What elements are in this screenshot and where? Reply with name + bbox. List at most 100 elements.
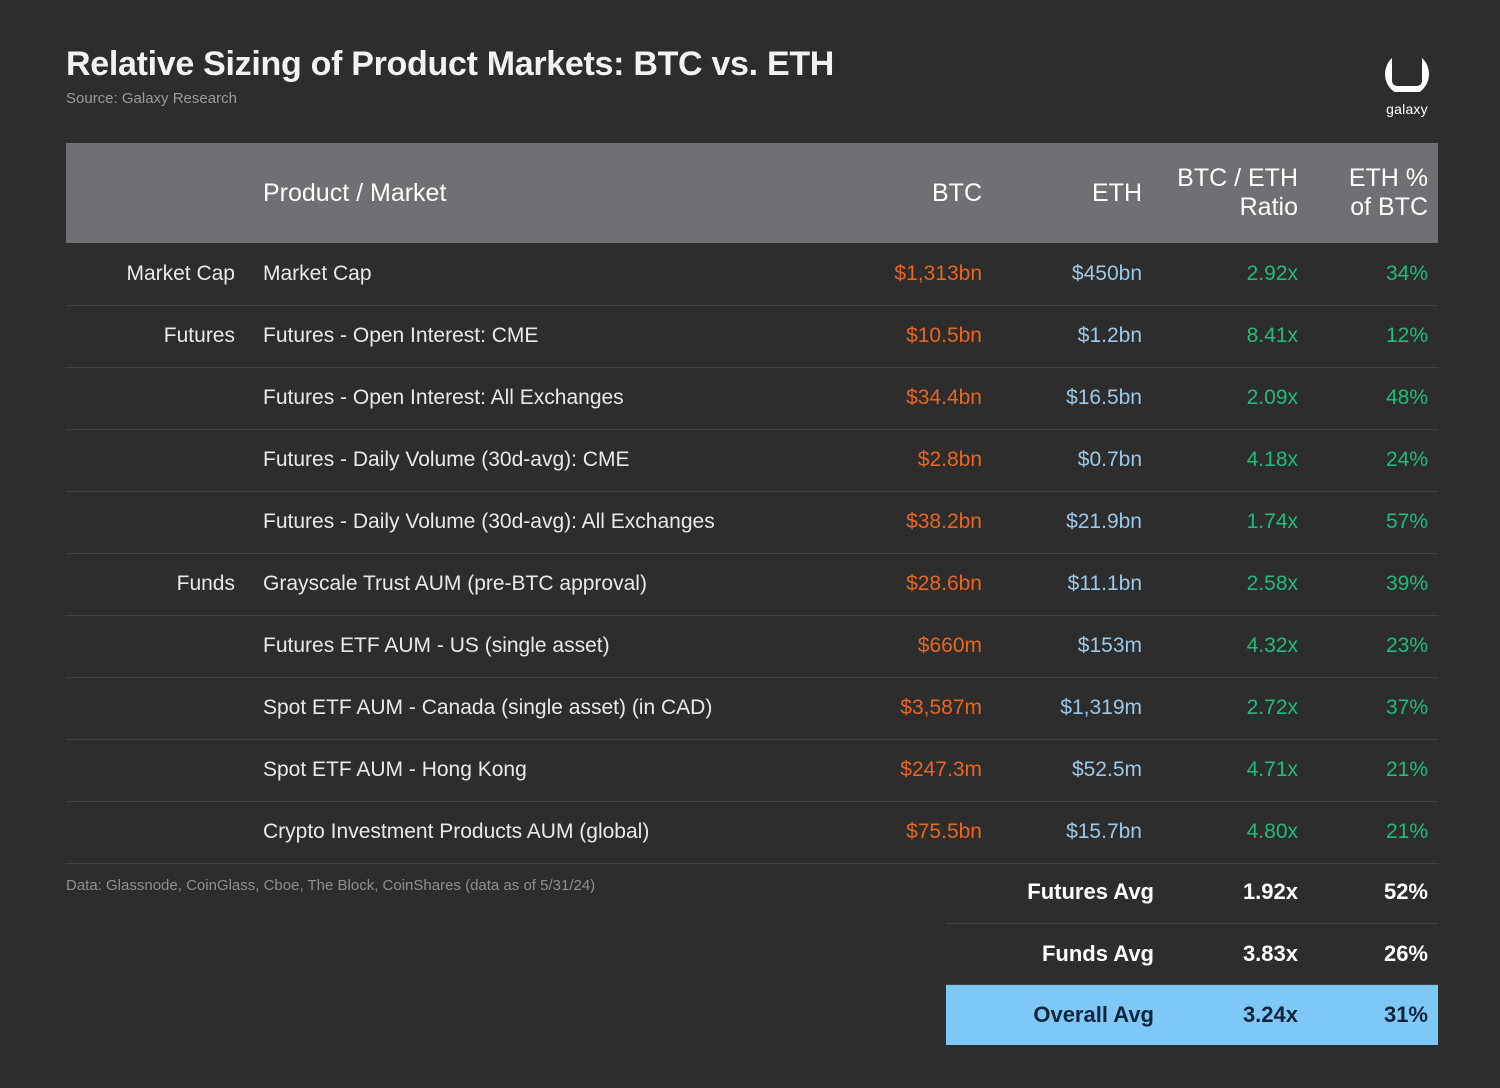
table-row: Futures - Daily Volume (30d-avg): CME$2.…	[66, 429, 1438, 491]
table-row: Spot ETF AUM - Canada (single asset) (in…	[66, 677, 1438, 739]
row-ratio-value: 2.72x	[1154, 677, 1310, 739]
table-body: Market CapMarket Cap$1,313bn$450bn2.92x3…	[66, 243, 1438, 863]
column-header-pct: ETH %of BTC	[1310, 143, 1438, 243]
row-group-label: Market Cap	[66, 243, 249, 305]
row-group-label	[66, 491, 249, 553]
row-product-label: Futures ETF AUM - US (single asset)	[249, 615, 834, 677]
summary-ratio-value: 3.83x	[1154, 923, 1310, 984]
data-sources-footnote: Data: Glassnode, CoinGlass, Cboe, The Bl…	[66, 876, 595, 896]
row-btc-value: $2.8bn	[834, 429, 994, 491]
row-group-label: Funds	[66, 553, 249, 615]
row-ratio-value: 2.58x	[1154, 553, 1310, 615]
row-group-label	[66, 677, 249, 739]
row-product-label: Futures - Daily Volume (30d-avg): CME	[249, 429, 834, 491]
product-market-table: Product / Market BTC ETH BTC / ETHRatio …	[66, 143, 1438, 864]
row-pct-value: 39%	[1310, 553, 1438, 615]
logo-square-cutout-shape	[1392, 48, 1422, 86]
row-pct-value: 57%	[1310, 491, 1438, 553]
row-ratio-value: 4.71x	[1154, 739, 1310, 801]
column-header-pct-line1: ETH %	[1349, 164, 1428, 192]
galaxy-logo: galaxy	[1376, 48, 1438, 117]
row-group-label	[66, 801, 249, 863]
summary-pct-value: 52%	[1310, 862, 1438, 923]
summary-row-highlighted: Overall Avg3.24x31%	[946, 984, 1438, 1045]
column-header-btc: BTC	[834, 143, 994, 243]
column-header-eth: ETH	[994, 143, 1154, 243]
column-header-group	[66, 143, 249, 243]
summary-row: Futures Avg1.92x52%	[946, 862, 1438, 923]
summary-pct-value: 31%	[1310, 984, 1438, 1045]
row-eth-value: $1.2bn	[994, 305, 1154, 367]
summary-label: Futures Avg	[946, 862, 1154, 923]
galaxy-wordmark: galaxy	[1376, 101, 1438, 117]
row-group-label	[66, 367, 249, 429]
summary-label: Overall Avg	[946, 984, 1154, 1045]
column-header-ratio: BTC / ETHRatio	[1154, 143, 1310, 243]
row-group-label	[66, 739, 249, 801]
summary-row: Funds Avg3.83x26%	[946, 923, 1438, 984]
table-row: Market CapMarket Cap$1,313bn$450bn2.92x3…	[66, 243, 1438, 305]
row-eth-value: $11.1bn	[994, 553, 1154, 615]
row-product-label: Futures - Open Interest: All Exchanges	[249, 367, 834, 429]
logo-bottom-bar-shape	[1392, 92, 1422, 96]
summary-averages-wrapper: Futures Avg1.92x52%Funds Avg3.83x26%Over…	[946, 862, 1438, 1045]
row-btc-value: $3,587m	[834, 677, 994, 739]
row-product-label: Market Cap	[249, 243, 834, 305]
row-eth-value: $0.7bn	[994, 429, 1154, 491]
row-eth-value: $16.5bn	[994, 367, 1154, 429]
row-eth-value: $52.5m	[994, 739, 1154, 801]
table-row: Futures ETF AUM - US (single asset)$660m…	[66, 615, 1438, 677]
row-eth-value: $15.7bn	[994, 801, 1154, 863]
row-pct-value: 21%	[1310, 801, 1438, 863]
row-ratio-value: 2.09x	[1154, 367, 1310, 429]
row-btc-value: $10.5bn	[834, 305, 994, 367]
table-row: Futures - Open Interest: All Exchanges$3…	[66, 367, 1438, 429]
row-pct-value: 48%	[1310, 367, 1438, 429]
row-group-label: Futures	[66, 305, 249, 367]
row-ratio-value: 1.74x	[1154, 491, 1310, 553]
row-eth-value: $1,319m	[994, 677, 1154, 739]
row-pct-value: 12%	[1310, 305, 1438, 367]
summary-pct-value: 26%	[1310, 923, 1438, 984]
summary-ratio-value: 1.92x	[1154, 862, 1310, 923]
row-btc-value: $1,313bn	[834, 243, 994, 305]
page-title: Relative Sizing of Product Markets: BTC …	[66, 44, 1440, 84]
row-pct-value: 23%	[1310, 615, 1438, 677]
page-source: Source: Galaxy Research	[66, 90, 1440, 108]
table-row: Futures - Daily Volume (30d-avg): All Ex…	[66, 491, 1438, 553]
row-eth-value: $153m	[994, 615, 1154, 677]
galaxy-logo-icon	[1382, 48, 1432, 98]
row-ratio-value: 4.80x	[1154, 801, 1310, 863]
column-header-product: Product / Market	[249, 143, 834, 243]
summary-label: Funds Avg	[946, 923, 1154, 984]
row-ratio-value: 4.32x	[1154, 615, 1310, 677]
row-btc-value: $660m	[834, 615, 994, 677]
table-row: Spot ETF AUM - Hong Kong$247.3m$52.5m4.7…	[66, 739, 1438, 801]
row-btc-value: $28.6bn	[834, 553, 994, 615]
row-eth-value: $450bn	[994, 243, 1154, 305]
row-ratio-value: 4.18x	[1154, 429, 1310, 491]
row-btc-value: $38.2bn	[834, 491, 994, 553]
row-group-label	[66, 429, 249, 491]
table-header: Product / Market BTC ETH BTC / ETHRatio …	[66, 143, 1438, 243]
row-product-label: Futures - Open Interest: CME	[249, 305, 834, 367]
column-header-pct-line2: of BTC	[1350, 193, 1428, 221]
product-market-table-wrapper: Product / Market BTC ETH BTC / ETHRatio …	[66, 143, 1438, 864]
table-row: FuturesFutures - Open Interest: CME$10.5…	[66, 305, 1438, 367]
row-btc-value: $34.4bn	[834, 367, 994, 429]
summary-averages-table: Futures Avg1.92x52%Funds Avg3.83x26%Over…	[946, 862, 1438, 1045]
table-row: Crypto Investment Products AUM (global) $…	[66, 801, 1438, 863]
row-product-label: Crypto Investment Products AUM (global)	[249, 801, 834, 863]
column-header-ratio-line1: BTC / ETH	[1177, 164, 1298, 192]
row-group-label	[66, 615, 249, 677]
row-product-label: Spot ETF AUM - Canada (single asset) (in…	[249, 677, 834, 739]
row-ratio-value: 2.92x	[1154, 243, 1310, 305]
row-btc-value: $247.3m	[834, 739, 994, 801]
row-product-label: Futures - Daily Volume (30d-avg): All Ex…	[249, 491, 834, 553]
summary-table-body: Futures Avg1.92x52%Funds Avg3.83x26%Over…	[946, 862, 1438, 1045]
row-eth-value: $21.9bn	[994, 491, 1154, 553]
row-product-label: Spot ETF AUM - Hong Kong	[249, 739, 834, 801]
summary-ratio-value: 3.24x	[1154, 984, 1310, 1045]
row-pct-value: 34%	[1310, 243, 1438, 305]
page-header: Relative Sizing of Product Markets: BTC …	[66, 44, 1440, 124]
